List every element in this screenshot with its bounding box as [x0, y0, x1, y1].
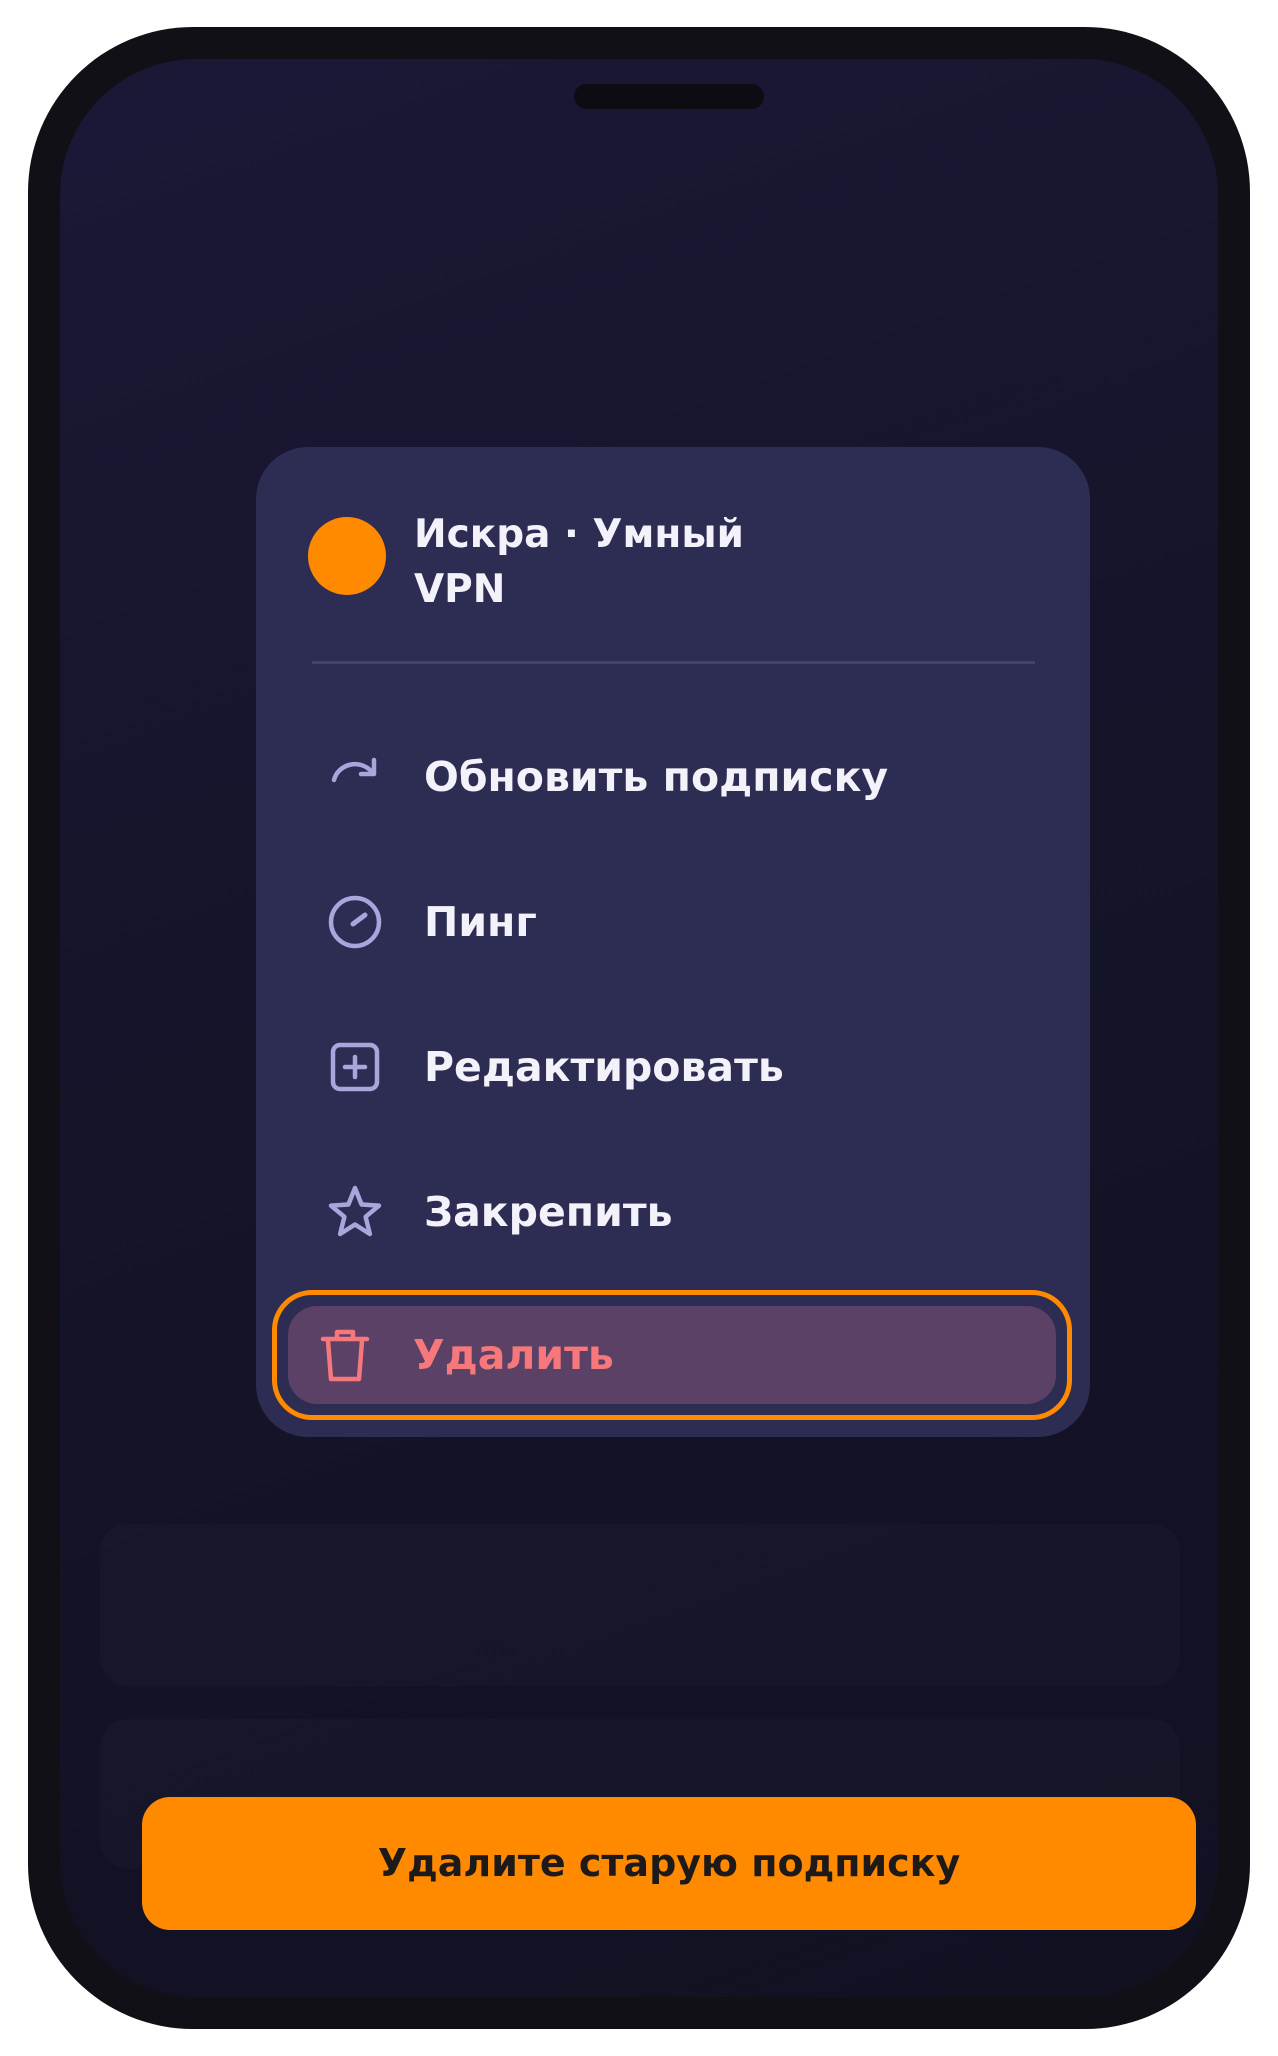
camera-notch [574, 84, 764, 109]
refresh-icon [331, 757, 377, 783]
menu-item-label: Пинг [424, 898, 537, 946]
edit-plus-icon [330, 1042, 380, 1092]
menu-item-label: Удалить [413, 1331, 614, 1379]
subscription-title: Искра · Умный VPN [414, 507, 814, 617]
subscription-name-line2: VPN [414, 567, 506, 612]
delete-highlight: Удалить [288, 1306, 1056, 1404]
trash-icon [320, 1329, 370, 1382]
star-icon [328, 1185, 382, 1237]
menu-item-label: Редактировать [424, 1043, 784, 1091]
phone-frame: Искра · Умный VPN Обновить подписку Пинг [28, 27, 1250, 2029]
menu-item-pin[interactable]: Закрепить [286, 1152, 1060, 1272]
menu-divider [312, 661, 1035, 664]
menu-item-label: Закрепить [424, 1188, 673, 1236]
speedometer-icon [328, 895, 382, 949]
subscription-header: Искра · Умный VPN [308, 507, 1048, 627]
menu-item-ping[interactable]: Пинг [286, 862, 1060, 982]
menu-item-refresh[interactable]: Обновить подписку [286, 717, 1060, 837]
subscription-avatar [308, 517, 386, 595]
background-card [100, 1524, 1180, 1686]
context-menu: Искра · Умный VPN Обновить подписку Пинг [256, 447, 1090, 1437]
app-screen: Искра · Умный VPN Обновить подписку Пинг [60, 59, 1218, 1997]
menu-item-edit[interactable]: Редактировать [286, 1007, 1060, 1127]
subscription-name-line1: Искра · Умный [414, 512, 744, 557]
remove-old-subscription-button[interactable]: Удалите старую подписку [142, 1797, 1196, 1930]
menu-item-delete[interactable]: Удалить [272, 1290, 1072, 1420]
menu-item-label: Обновить подписку [424, 753, 889, 801]
